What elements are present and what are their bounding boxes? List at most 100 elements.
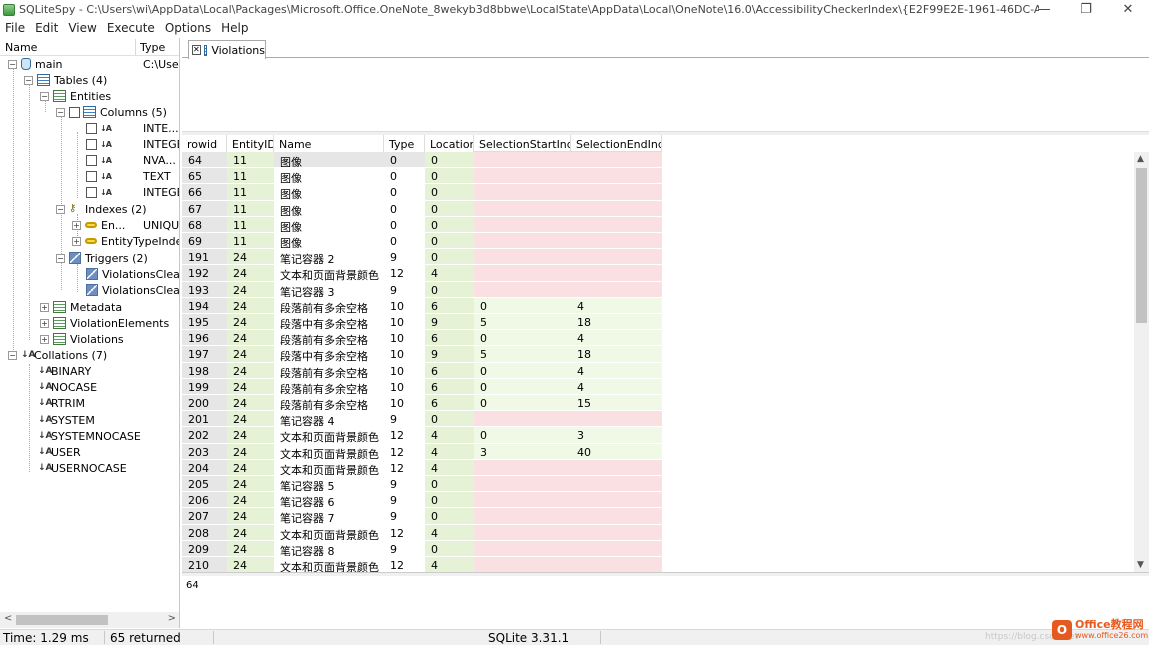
tree-header-type[interactable]: Type <box>140 41 165 54</box>
table-cell[interactable]: 24 <box>227 378 274 395</box>
table-row[interactable]: 207 24 笔记容器 790 <box>182 508 662 525</box>
table-cell[interactable] <box>571 508 662 525</box>
table-row[interactable]: 68 11 图像 0 0 <box>182 216 662 233</box>
table-cell[interactable]: 24 <box>227 492 274 509</box>
table-cell[interactable]: 192 <box>182 265 227 282</box>
table-cell[interactable]: 4 <box>571 362 662 379</box>
tree-index-item[interactable]: + En... <box>72 217 125 233</box>
scroll-left-icon[interactable]: < <box>4 613 12 624</box>
table-cell[interactable] <box>474 184 571 201</box>
table-cell[interactable]: 24 <box>227 557 274 572</box>
table-cell[interactable]: 0 <box>425 411 474 428</box>
tree-collation-item[interactable]: ↓A RTRIM <box>38 395 85 411</box>
table-cell[interactable]: 图像 <box>274 233 384 250</box>
table-row[interactable]: 203 24 文本和页面背景颜色 12 4 3 40 <box>182 443 662 460</box>
table-cell[interactable]: 12 <box>384 524 425 541</box>
table-cell[interactable]: 24 <box>227 265 274 282</box>
tree-collation-item[interactable]: ↓A SYSTEM <box>38 412 95 428</box>
table-cell[interactable]: 11 <box>227 233 274 250</box>
column-header[interactable]: Name <box>274 135 384 152</box>
table-row[interactable]: 196 24 段落前有多余空格 10 6 0 4 <box>182 330 662 347</box>
table-cell[interactable]: 24 <box>227 297 274 314</box>
table-cell[interactable] <box>474 152 571 169</box>
table-cell[interactable]: 10 <box>384 346 425 363</box>
table-cell[interactable]: 11 <box>227 216 274 233</box>
menu-edit[interactable]: Edit <box>30 21 63 35</box>
table-row[interactable]: 69 11 图像 0 0 <box>182 233 662 250</box>
tree-node-tables[interactable]: − Tables (4) <box>24 72 107 88</box>
table-cell[interactable] <box>474 411 571 428</box>
table-cell[interactable] <box>474 216 571 233</box>
tree-column-item[interactable]: ↓A <box>86 136 112 152</box>
table-row[interactable]: 193 24 笔记容器 390 <box>182 281 662 298</box>
table-cell[interactable]: 9 <box>384 476 425 493</box>
table-cell[interactable]: 200 <box>182 395 227 412</box>
table-cell[interactable] <box>474 265 571 282</box>
table-row[interactable]: 200 24 段落前有多余空格 10 6 0 15 <box>182 395 662 412</box>
table-cell[interactable]: 4 <box>425 524 474 541</box>
table-cell[interactable]: 12 <box>384 443 425 460</box>
table-cell[interactable]: 4 <box>425 443 474 460</box>
table-cell[interactable]: 9 <box>384 508 425 525</box>
table-cell[interactable] <box>474 233 571 250</box>
collapse-icon[interactable]: − <box>56 204 65 214</box>
table-row[interactable]: 202 24 文本和页面背景颜色 12 4 0 3 <box>182 427 662 444</box>
table-cell[interactable]: 9 <box>384 540 425 557</box>
table-cell[interactable]: 194 <box>182 297 227 314</box>
table-cell[interactable]: 6 <box>425 297 474 314</box>
table-cell[interactable]: 12 <box>384 459 425 476</box>
table-cell[interactable]: 6 <box>425 362 474 379</box>
column-header[interactable]: EntityID <box>227 135 274 152</box>
menu-help[interactable]: Help <box>216 21 253 35</box>
table-cell[interactable]: 197 <box>182 346 227 363</box>
table-cell[interactable] <box>571 459 662 476</box>
table-cell[interactable] <box>474 281 571 298</box>
minimize-button[interactable]: — <box>1023 0 1065 19</box>
table-row[interactable]: 194 24 段落前有多余空格 10 6 0 4 <box>182 297 662 314</box>
table-cell[interactable]: 0 <box>425 540 474 557</box>
column-header[interactable]: SelectionEndIndex <box>571 135 662 152</box>
table-cell[interactable]: 0 <box>474 395 571 412</box>
table-cell[interactable] <box>474 200 571 217</box>
table-cell[interactable]: 文本和页面背景颜色 <box>274 557 384 572</box>
table-cell[interactable] <box>474 249 571 266</box>
table-cell[interactable]: 图像 <box>274 216 384 233</box>
table-cell[interactable]: 24 <box>227 249 274 266</box>
maximize-button[interactable]: ❐ <box>1065 0 1107 19</box>
table-cell[interactable]: 67 <box>182 200 227 217</box>
table-cell[interactable] <box>474 557 571 572</box>
table-row[interactable]: 206 24 笔记容器 690 <box>182 492 662 509</box>
table-cell[interactable] <box>571 557 662 572</box>
table-cell[interactable]: 66 <box>182 184 227 201</box>
table-cell[interactable]: 24 <box>227 330 274 347</box>
table-cell[interactable]: 0 <box>425 216 474 233</box>
tree-node-violationelements[interactable]: + ViolationElements <box>40 315 169 331</box>
tree-node-violations[interactable]: + Violations <box>40 331 124 347</box>
table-cell[interactable] <box>571 524 662 541</box>
table-cell[interactable]: 0 <box>425 508 474 525</box>
tree-index-item[interactable]: + EntityTypeIndex <box>72 233 179 249</box>
table-cell[interactable] <box>571 411 662 428</box>
table-cell[interactable]: 65 <box>182 168 227 185</box>
expand-icon[interactable]: + <box>40 334 49 344</box>
table-cell[interactable]: 图像 <box>274 152 384 169</box>
table-cell[interactable]: 4 <box>425 427 474 444</box>
grid-vertical-scrollbar[interactable]: ▲ ▼ <box>1134 152 1149 572</box>
expand-icon[interactable]: + <box>72 220 81 230</box>
table-cell[interactable]: 4 <box>425 557 474 572</box>
tree-column-item[interactable]: ↓A <box>86 184 112 200</box>
sql-editor[interactable] <box>182 59 1149 131</box>
table-cell[interactable]: 9 <box>384 281 425 298</box>
table-cell[interactable]: 9 <box>425 346 474 363</box>
table-cell[interactable]: 文本和页面背景颜色 <box>274 443 384 460</box>
table-cell[interactable] <box>571 200 662 217</box>
tree-node-collations[interactable]: − ↓A Collations (7) <box>8 347 107 363</box>
table-cell[interactable]: 笔记容器 2 <box>274 249 384 266</box>
table-cell[interactable]: 198 <box>182 362 227 379</box>
table-cell[interactable]: 段落前有多余空格 <box>274 330 384 347</box>
table-cell[interactable]: 10 <box>384 378 425 395</box>
tree-node-entities[interactable]: − Entities <box>40 88 111 104</box>
table-cell[interactable]: 4 <box>425 265 474 282</box>
table-cell[interactable]: 18 <box>571 346 662 363</box>
table-cell[interactable]: 文本和页面背景颜色 <box>274 524 384 541</box>
